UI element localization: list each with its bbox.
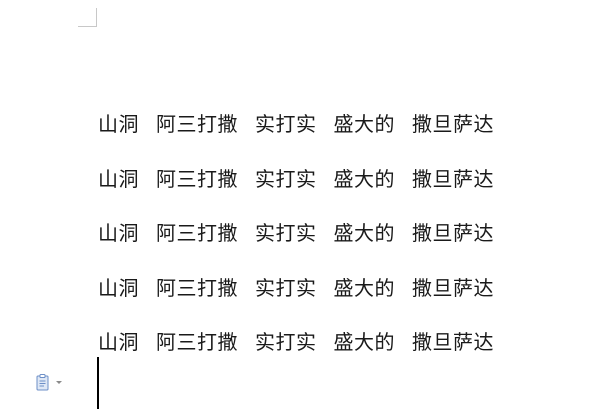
word: 实打实 (255, 275, 317, 300)
text-line[interactable]: 山洞 阿三打撒 实打实 盛大的 撒旦萨达 (98, 272, 568, 327)
text-line[interactable]: 山洞 阿三打撒 实打实 盛大的 撒旦萨达 (98, 163, 568, 218)
word: 撒旦萨达 (412, 275, 494, 300)
word: 阿三打撒 (156, 112, 238, 136)
page-corner-mark (78, 8, 97, 27)
chevron-down-icon (56, 380, 62, 384)
word: 阿三打撒 (156, 221, 238, 245)
paste-options-icon (36, 373, 49, 390)
word: 撒旦萨达 (412, 330, 494, 354)
word: 山洞 (98, 275, 139, 300)
word: 实打实 (255, 330, 317, 354)
word: 山洞 (98, 221, 139, 245)
word: 盛大的 (333, 112, 395, 136)
text-line[interactable]: 山洞 阿三打撒 实打实 盛大的 撒旦萨达 (98, 108, 568, 163)
word: 山洞 (98, 166, 139, 191)
word: 实打实 (255, 221, 317, 245)
word: 撒旦萨达 (412, 112, 494, 136)
word: 撒旦萨达 (412, 221, 494, 245)
document-body[interactable]: 山洞 阿三打撒 实打实 盛大的 撒旦萨达 山洞 阿三打撒 实打实 盛大的 撒旦萨… (98, 108, 568, 381)
word: 盛大的 (333, 221, 395, 245)
paste-options-button[interactable] (35, 373, 69, 391)
word: 山洞 (98, 330, 139, 354)
word: 阿三打撒 (156, 166, 238, 191)
word: 盛大的 (333, 275, 395, 300)
word: 山洞 (98, 112, 139, 136)
text-line[interactable]: 山洞 阿三打撒 实打实 盛大的 撒旦萨达 (98, 217, 568, 272)
word: 盛大的 (333, 330, 395, 354)
word: 撒旦萨达 (412, 166, 494, 191)
word: 实打实 (255, 112, 317, 136)
text-cursor (97, 357, 99, 409)
word: 阿三打撒 (156, 330, 238, 354)
word: 盛大的 (333, 166, 395, 191)
word: 实打实 (255, 166, 317, 191)
text-line[interactable]: 山洞 阿三打撒 实打实 盛大的 撒旦萨达 (98, 326, 568, 381)
word: 阿三打撒 (156, 275, 238, 300)
document-page[interactable]: 山洞 阿三打撒 实打实 盛大的 撒旦萨达 山洞 阿三打撒 实打实 盛大的 撒旦萨… (0, 0, 591, 415)
